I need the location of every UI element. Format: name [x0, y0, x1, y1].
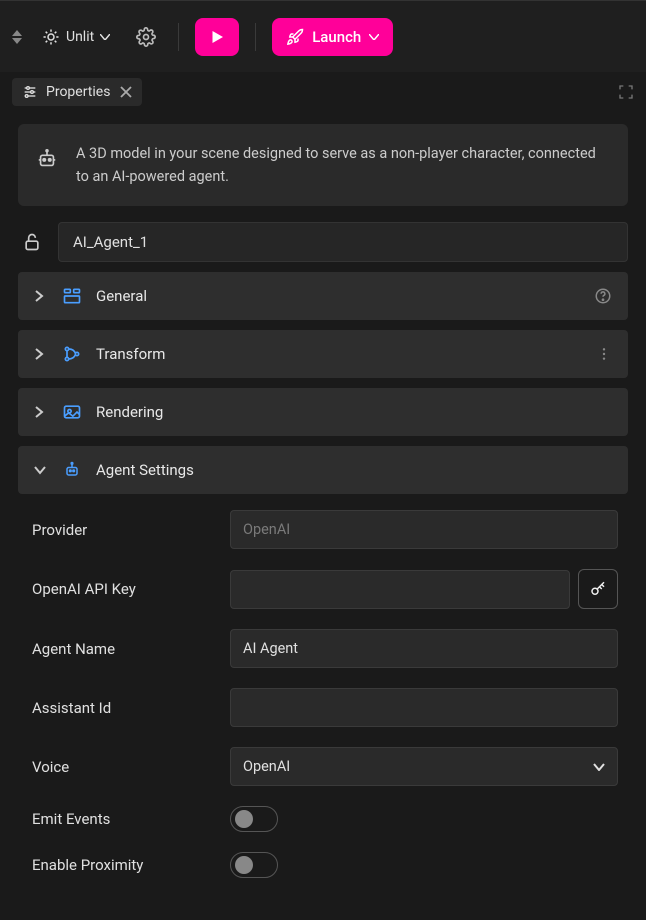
rocket-icon [286, 28, 304, 46]
label-provider: Provider [28, 521, 218, 539]
properties-content: A 3D model in your scene designed to ser… [0, 112, 646, 910]
assistant-id-input[interactable] [230, 688, 618, 727]
label-voice: Voice [28, 758, 218, 776]
row-provider: Provider [18, 500, 628, 559]
row-enable-proximity: Enable Proximity [18, 842, 628, 888]
gear-icon [136, 27, 156, 47]
emit-events-toggle[interactable] [230, 806, 278, 832]
divider [255, 23, 256, 51]
divider [178, 23, 179, 51]
chevron-down-icon [100, 34, 110, 40]
label-agent-name: Agent Name [28, 640, 218, 658]
section-general-title: General [96, 287, 580, 305]
agent-name-input[interactable] [230, 629, 618, 668]
toggle-knob [235, 810, 253, 828]
row-emit-events: Emit Events [18, 796, 628, 842]
panel-title: Properties [46, 84, 110, 100]
unlock-icon [22, 232, 42, 252]
label-api-key: OpenAI API Key [28, 580, 218, 598]
label-emit-events: Emit Events [28, 810, 218, 828]
lock-toggle[interactable] [18, 228, 46, 256]
stepper-down-icon[interactable] [12, 38, 22, 44]
toggle-knob [235, 856, 253, 874]
row-voice: Voice OpenAI [18, 737, 628, 796]
agent-icon [62, 460, 82, 480]
lighting-mode-dropdown[interactable]: Unlit [34, 22, 118, 52]
chevron-right-icon [34, 348, 48, 360]
section-rendering-title: Rendering [96, 403, 612, 421]
section-transform-title: Transform [96, 345, 582, 363]
row-assistant-id: Assistant Id [18, 678, 628, 737]
chevron-down-icon [593, 763, 605, 771]
properties-tab[interactable]: Properties [12, 78, 142, 106]
launch-button[interactable]: Launch [272, 18, 393, 56]
section-general-header[interactable]: General [18, 272, 628, 320]
more-button[interactable] [596, 346, 612, 362]
provider-input[interactable] [230, 510, 618, 549]
label-assistant-id: Assistant Id [28, 699, 218, 717]
info-banner: A 3D model in your scene designed to ser… [18, 124, 628, 206]
close-tab-button[interactable] [120, 86, 132, 98]
api-key-reveal-button[interactable] [578, 569, 618, 609]
fullscreen-icon [618, 84, 634, 100]
section-agent: Agent Settings Provider OpenAI API Key [18, 446, 628, 898]
section-agent-title: Agent Settings [96, 461, 612, 479]
chevron-right-icon [34, 406, 48, 418]
rendering-icon [62, 402, 82, 422]
object-name-row [18, 222, 628, 262]
object-name-input[interactable] [58, 222, 628, 262]
voice-select[interactable]: OpenAI [230, 747, 618, 786]
api-key-input[interactable] [230, 570, 570, 609]
fullscreen-button[interactable] [618, 84, 634, 100]
section-transform-header[interactable]: Transform [18, 330, 628, 378]
chevron-right-icon [34, 290, 48, 302]
section-transform: Transform [18, 330, 628, 378]
panel-header: Properties [0, 72, 646, 112]
row-api-key: OpenAI API Key [18, 559, 628, 619]
robot-icon [36, 148, 58, 170]
section-agent-header[interactable]: Agent Settings [18, 446, 628, 494]
sun-icon [42, 28, 60, 46]
help-button[interactable] [594, 287, 612, 305]
lighting-mode-label: Unlit [66, 29, 94, 45]
transform-icon [62, 344, 82, 364]
agent-settings-body: Provider OpenAI API Key [18, 494, 628, 898]
settings-button[interactable] [130, 21, 162, 53]
section-rendering: Rendering [18, 388, 628, 436]
section-general: General [18, 272, 628, 320]
section-rendering-header[interactable]: Rendering [18, 388, 628, 436]
info-text: A 3D model in your scene designed to ser… [76, 142, 610, 188]
top-toolbar: Unlit Launch [0, 0, 646, 72]
launch-label: Launch [312, 28, 361, 46]
sliders-icon [22, 84, 38, 100]
play-icon [208, 28, 226, 46]
chevron-down-icon [34, 465, 48, 475]
play-button[interactable] [195, 18, 239, 56]
row-agent-name: Agent Name [18, 619, 628, 678]
general-icon [62, 286, 82, 306]
chevron-down-icon [369, 34, 379, 40]
enable-proximity-toggle[interactable] [230, 852, 278, 878]
stepper-up-icon[interactable] [12, 30, 22, 36]
viewport-stepper[interactable] [12, 30, 22, 44]
label-enable-proximity: Enable Proximity [28, 856, 218, 874]
voice-value: OpenAI [243, 758, 290, 775]
key-icon [589, 580, 607, 598]
